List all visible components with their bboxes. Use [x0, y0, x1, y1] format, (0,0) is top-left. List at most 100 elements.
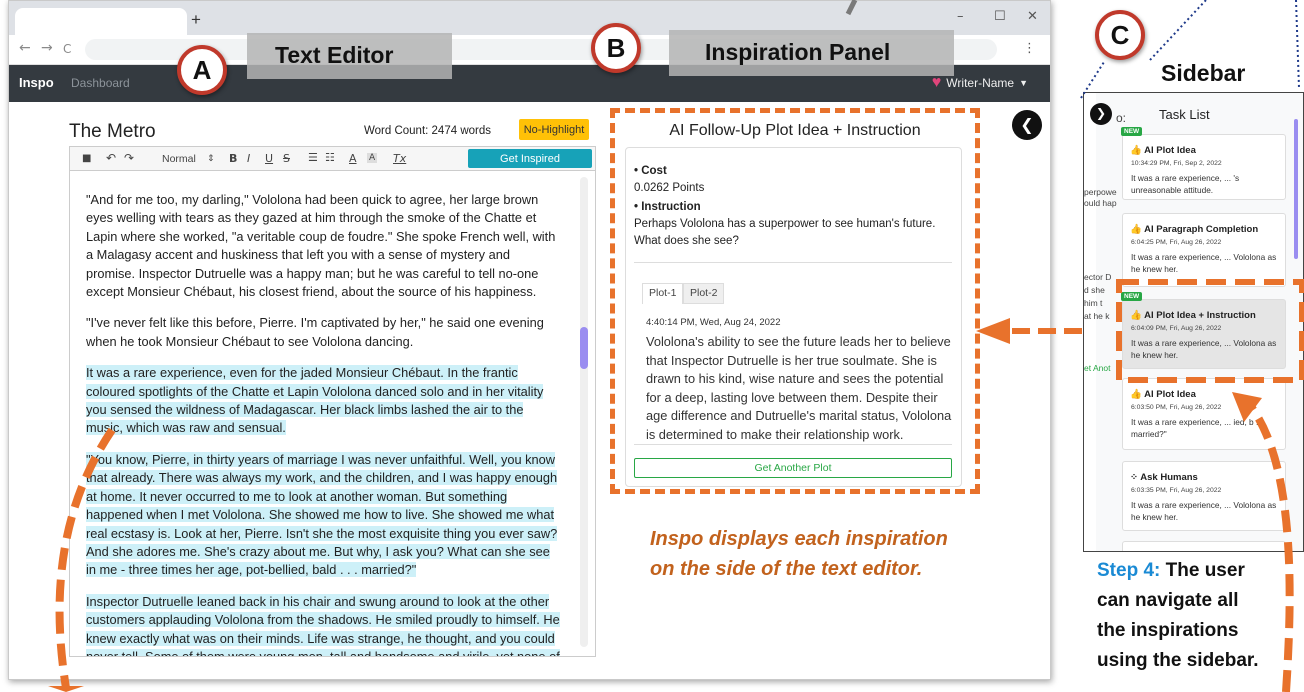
task-title: Ask Humans [1140, 472, 1198, 483]
clear-format-icon[interactable]: Tx [393, 152, 406, 165]
inspiration-card: • Cost 0.0262 Points • Instruction Perha… [625, 147, 962, 487]
thumbs-up-icon: 👍 [1130, 224, 1142, 235]
peek-text: perpowe [1084, 187, 1117, 197]
ordered-list-icon[interactable]: ☰ [308, 151, 318, 164]
minimize-button[interactable]: – [957, 9, 964, 24]
task-card[interactable] [1122, 541, 1286, 551]
document-title: The Metro [69, 121, 156, 142]
inspiration-panel-label: Inspiration Panel [669, 30, 954, 76]
thumbs-up-icon: 👍 [1130, 145, 1142, 156]
editor-paragraph: "You know, Pierre, in thirty years of ma… [86, 451, 561, 580]
task-card[interactable]: 👍 AI Plot Idea 6:03:50 PM, Fri, Aug 26, … [1122, 378, 1286, 450]
maximize-button[interactable]: ☐ [994, 9, 1006, 24]
highlighted-text: Inspector Dutruelle leaned back in his c… [86, 593, 560, 656]
task-card-selected[interactable]: NEW 👍 AI Plot Idea + Instruction 6:04:09… [1121, 292, 1286, 369]
task-list-title: Task List [1159, 107, 1210, 122]
task-time: 6:04:25 PM, Fri, Aug 26, 2022 [1131, 239, 1222, 246]
editor-peek [1084, 93, 1096, 551]
task-card[interactable]: NEW 👍 AI Plot Idea 10:34:29 PM, Fri, Sep… [1121, 127, 1286, 200]
editor-content[interactable]: "And for me too, my darling," Vololona h… [86, 191, 561, 656]
highlighted-text: "You know, Pierre, in thirty years of ma… [86, 451, 558, 578]
thumbs-up-icon: 👍 [1130, 389, 1142, 400]
editor-scrollbar[interactable] [580, 177, 588, 647]
back-arrow-icon[interactable]: ← [19, 40, 31, 56]
task-text: It was a rare experience, ... ied, b . .… [1131, 417, 1263, 439]
cost-label: • Cost [634, 165, 667, 177]
bold-button[interactable]: B [229, 152, 237, 165]
redo-icon[interactable]: ↷ [124, 151, 134, 165]
divider [634, 444, 952, 445]
undo-icon[interactable]: ↶ [106, 151, 116, 165]
get-another-plot-button[interactable]: Get Another Plot [634, 458, 952, 478]
style-select-arrow-icon: ⇕ [207, 154, 215, 164]
reload-icon[interactable]: C [63, 42, 71, 56]
sidebar-label: Sidebar [1161, 60, 1246, 86]
dotted-line [1295, 0, 1300, 89]
plot-text: Vololona's ability to see the future lea… [646, 334, 952, 442]
browser-menu-icon[interactable]: ⋮ [1023, 41, 1036, 56]
get-inspired-button[interactable]: Get Inspired [468, 149, 592, 168]
task-time: 6:04:09 PM, Fri, Aug 26, 2022 [1131, 325, 1222, 332]
text-style-select[interactable]: Normal [162, 153, 196, 165]
editor-scrollbar-thumb[interactable] [580, 327, 588, 369]
user-menu[interactable]: ♥ Writer-Name ▼ [932, 73, 1028, 93]
task-text: It was a rare experience, ... 's unreaso… [1131, 173, 1240, 195]
task-text: It was a rare experience, ... Vololona a… [1131, 252, 1277, 274]
task-card[interactable]: 👍 AI Paragraph Completion 6:04:25 PM, Fr… [1122, 213, 1286, 287]
instruction-text: Perhaps Vololona has a superpower to see… [634, 218, 936, 247]
task-time: 6:03:35 PM, Fri, Aug 26, 2022 [1131, 487, 1222, 494]
italic-button[interactable]: I [247, 152, 250, 165]
new-badge: NEW [1121, 127, 1143, 136]
step-label: Step 4: [1097, 560, 1161, 581]
chevron-left-icon[interactable]: ❮ [1012, 110, 1042, 140]
user-name: Writer-Name [946, 76, 1015, 90]
peek-text: ould hap [1084, 198, 1117, 208]
panel-title: AI Follow-Up Plot Idea + Instruction [669, 122, 921, 139]
strike-button[interactable]: S [283, 152, 290, 165]
divider [634, 262, 952, 263]
peek-text: at he k [1084, 311, 1110, 321]
dotted-line [1149, 0, 1207, 61]
editor-paragraph: It was a rare experience, even for the j… [86, 364, 561, 438]
inspiration-panel: AI Follow-Up Plot Idea + Instruction • C… [610, 108, 980, 494]
word-count: Word Count: 2474 words [364, 125, 491, 137]
arrow-head-icon [48, 686, 84, 692]
caption: Inspo displays each inspiration on the s… [650, 524, 1030, 584]
task-text: It was a rare experience, ... Vololona a… [1131, 338, 1277, 360]
no-highlight-button[interactable]: No-Highlight [519, 119, 589, 140]
tab-plot-2[interactable]: Plot-2 [683, 283, 725, 304]
plot-timestamp: 4:40:14 PM, Wed, Aug 24, 2022 [646, 317, 781, 328]
caption-line: on the side of the text editor. [650, 558, 923, 580]
editor-paragraph: "I've never felt like this before, Pierr… [86, 315, 544, 349]
task-time: 10:34:29 PM, Fri, Sep 2, 2022 [1131, 160, 1222, 167]
task-card[interactable]: ⁘ Ask Humans 6:03:35 PM, Fri, Aug 26, 20… [1122, 461, 1286, 531]
callout-a: A [177, 45, 227, 95]
thumbs-up-icon: 👍 [1130, 310, 1142, 321]
instruction-label: • Instruction [634, 201, 701, 213]
underline-button[interactable]: U [265, 152, 273, 165]
sidebar-scrollbar[interactable] [1294, 119, 1298, 259]
forward-arrow-icon[interactable]: → [41, 40, 53, 56]
text-color-icon[interactable]: A [349, 152, 357, 165]
new-badge: NEW [1121, 292, 1143, 301]
peek-text: ector D [1084, 272, 1112, 282]
chevron-right-icon[interactable]: ❯ [1090, 103, 1112, 125]
browser-tab[interactable] [15, 8, 187, 35]
highlighted-text: It was a rare experience, even for the j… [86, 365, 544, 436]
close-window-button[interactable]: ✕ [1027, 9, 1038, 24]
brand-logo[interactable]: Inspo [19, 75, 54, 90]
screenshot-root: + – ☐ ✕ ← → C ⋮ Inspo Dashboard ♥ Writer… [0, 0, 1304, 692]
highlight-color-icon[interactable]: A [367, 153, 378, 163]
task-title: AI Plot Idea [1144, 389, 1196, 400]
bullet-list-icon[interactable]: ☷ [325, 151, 335, 164]
save-icon[interactable]: ■ [82, 153, 91, 164]
task-title: AI Paragraph Completion [1144, 224, 1259, 235]
nav-dashboard-link[interactable]: Dashboard [71, 76, 130, 90]
tab-plot-1[interactable]: Plot-1 [642, 283, 684, 304]
new-tab-button[interactable]: + [191, 11, 201, 28]
peek-text: him t [1084, 298, 1103, 308]
caption-line: Inspo displays each inspiration [650, 528, 948, 550]
chevron-down-icon: ▼ [1019, 78, 1028, 88]
text-editor[interactable]: "And for me too, my darling," Vololona h… [69, 171, 596, 657]
callout-b: B [591, 23, 641, 73]
